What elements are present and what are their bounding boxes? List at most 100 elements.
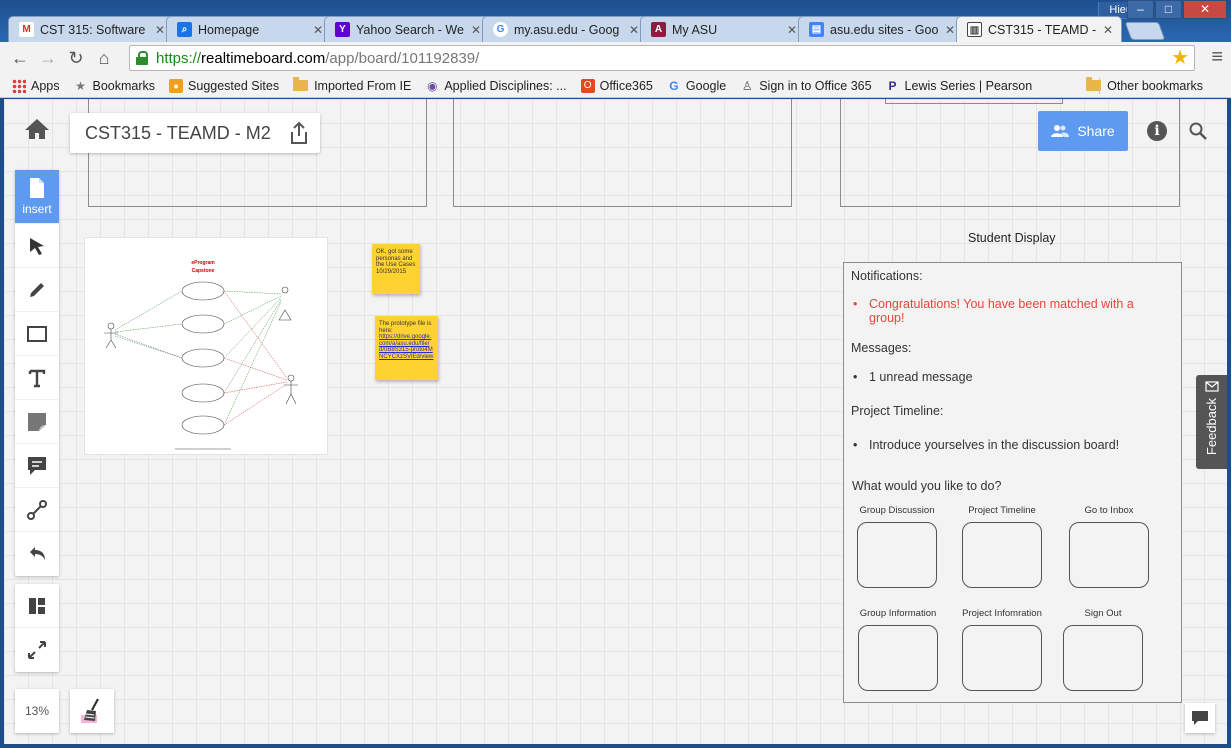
other-bookmarks[interactable]: Other bookmarks [1086,77,1203,93]
group-discussion-button[interactable]: Group Discussion [847,505,947,588]
google-icon: G [669,78,679,93]
close-tab-icon[interactable]: ✕ [155,23,165,37]
bookmark-apps[interactable]: Apps [12,78,60,93]
url-path: /app/board/101192839/ [325,49,480,67]
sticky-note-prototype[interactable]: The prototype file is here: https://driv… [375,316,438,380]
sticker-tool[interactable] [15,400,59,444]
feedback-tab[interactable]: Feedback [1196,375,1227,469]
cursor-icon [30,237,44,255]
undo-tool[interactable] [15,532,59,576]
tab-title: CST 315: Software [40,22,146,37]
left-toolbar: insert [15,170,59,680]
reload-icon[interactable]: ↻ [62,44,90,72]
home-icon[interactable] [24,117,50,141]
use-case-diagram-image[interactable]: eProgram Capstone [84,237,328,455]
sticky-note-icon [28,412,46,431]
layout-icon [29,597,45,614]
frame-top-3[interactable] [840,99,1180,207]
close-tab-icon[interactable]: ✕ [1103,23,1113,37]
bookmark-star-icon[interactable]: ★ [1171,45,1189,70]
yahoo-icon: Y [335,22,350,37]
comment-tool[interactable] [15,444,59,488]
cleanup-button[interactable] [70,689,114,733]
text-tool[interactable] [15,356,59,400]
connector-tool[interactable] [15,488,59,532]
close-tab-icon[interactable]: ✕ [787,23,797,37]
group-information-button[interactable]: Group Information [848,608,948,691]
chrome-menu-icon[interactable]: ≡ [1211,46,1223,69]
board-title-panel: CST315 - TEAMD - M2 [70,113,320,153]
google-icon: G [493,22,508,37]
tab-cst315-board[interactable]: ▥ CST315 - TEAMD - ✕ [956,16,1122,42]
info-icon[interactable]: i [1147,121,1167,141]
forward-arrow-icon[interactable]: → [34,44,62,72]
tab-title: Homepage [198,22,260,37]
folder-icon [1086,77,1102,91]
frame-inner-box [885,99,1063,104]
document-icon [30,178,44,198]
project-timeline-button[interactable]: Project Timeline [952,505,1052,588]
bookmark-applied-disciplines[interactable]: ◉ Applied Disciplines: ... [425,79,567,93]
close-tab-icon[interactable]: ✕ [945,23,955,37]
fit-screen-tool[interactable] [15,628,59,672]
project-information-button[interactable]: Project Infomration [952,608,1052,691]
close-tab-icon[interactable]: ✕ [313,23,323,37]
undo-icon [30,547,45,560]
rectangle-icon [27,325,47,342]
chat-button[interactable] [1185,703,1215,733]
search-icon[interactable] [1188,121,1208,141]
office-icon: O [580,78,595,93]
close-window-button[interactable]: ✕ [1183,0,1227,19]
bookmark-imported-ie[interactable]: Imported From IE [293,77,411,93]
pen-tool[interactable] [15,268,59,312]
bookmark-office365[interactable]: O Office365 [580,78,653,93]
star-icon: ★ [75,78,86,93]
bookmark-suggested-sites[interactable]: ● Suggested Sites [169,78,279,93]
back-arrow-icon[interactable]: ← [6,44,34,72]
prototype-link[interactable]: https://drive.google.com/a/asu.edu/file/… [379,334,433,360]
tab-my-asu[interactable]: A My ASU ✕ [640,16,806,42]
suggested-icon: ● [169,78,184,93]
insert-button[interactable]: insert [15,170,59,224]
search-icon: ⌕ [177,22,192,37]
view-tools [15,584,59,672]
close-tab-icon[interactable]: ✕ [471,23,481,37]
board-canvas[interactable]: CST315 - TEAMD - M2 Share i insert 13% e… [4,99,1227,744]
tab-homepage[interactable]: ⌕ Homepage ✕ [166,16,332,42]
tab-gmail[interactable]: M CST 315: Software ✕ [8,16,174,42]
sign-out-button[interactable]: Sign Out [1053,608,1153,691]
home-icon[interactable]: ⌂ [90,44,118,72]
shape-tool[interactable] [15,312,59,356]
select-tool[interactable] [15,224,59,268]
tab-title: my.asu.edu - Goog [514,22,620,37]
share-button[interactable]: Share [1038,111,1128,151]
action-box [962,625,1042,691]
board-title[interactable]: CST315 - TEAMD - M2 [70,123,280,144]
zoom-level[interactable]: 13% [15,689,59,733]
new-tab-button[interactable] [1124,22,1166,40]
sticky-note-personas[interactable]: OK, got some personas and the Use Cases … [372,244,420,294]
text-icon [28,369,46,387]
apps-icon [12,78,26,93]
board-icon: ▥ [967,22,982,37]
notifications-label: Notifications: [851,269,923,283]
bookmark-sign-in-office[interactable]: ♙ Sign in to Office 365 [740,79,872,93]
bookmark-google[interactable]: G Google [667,79,726,93]
export-icon[interactable] [288,121,310,145]
student-display-title: Student Display [968,231,1056,245]
bookmark-bookmarks[interactable]: ★ Bookmarks [74,78,155,93]
url-scheme: https:// [156,49,202,67]
templates-tool[interactable] [15,584,59,628]
close-tab-icon[interactable]: ✕ [629,23,639,37]
tab-yahoo[interactable]: Y Yahoo Search - We ✕ [324,16,490,42]
student-display-frame[interactable]: Notifications: Congratulations! You have… [843,262,1182,703]
tab-my-asu-google[interactable]: G my.asu.edu - Goog ✕ [482,16,648,42]
tab-title: asu.edu sites - Goo [830,22,939,37]
address-bar[interactable]: https://realtimeboard.com/app/board/1011… [129,45,1195,71]
go-to-inbox-button[interactable]: Go to Inbox [1059,505,1159,588]
bookmark-pearson[interactable]: P Lewis Series | Pearson [886,79,1033,93]
actions-label: What would you like to do? [852,479,1002,493]
tab-asu-sites[interactable]: ▤ asu.edu sites - Goo ✕ [798,16,964,42]
frame-top-2[interactable] [453,99,792,207]
pearson-icon: P [888,78,897,93]
